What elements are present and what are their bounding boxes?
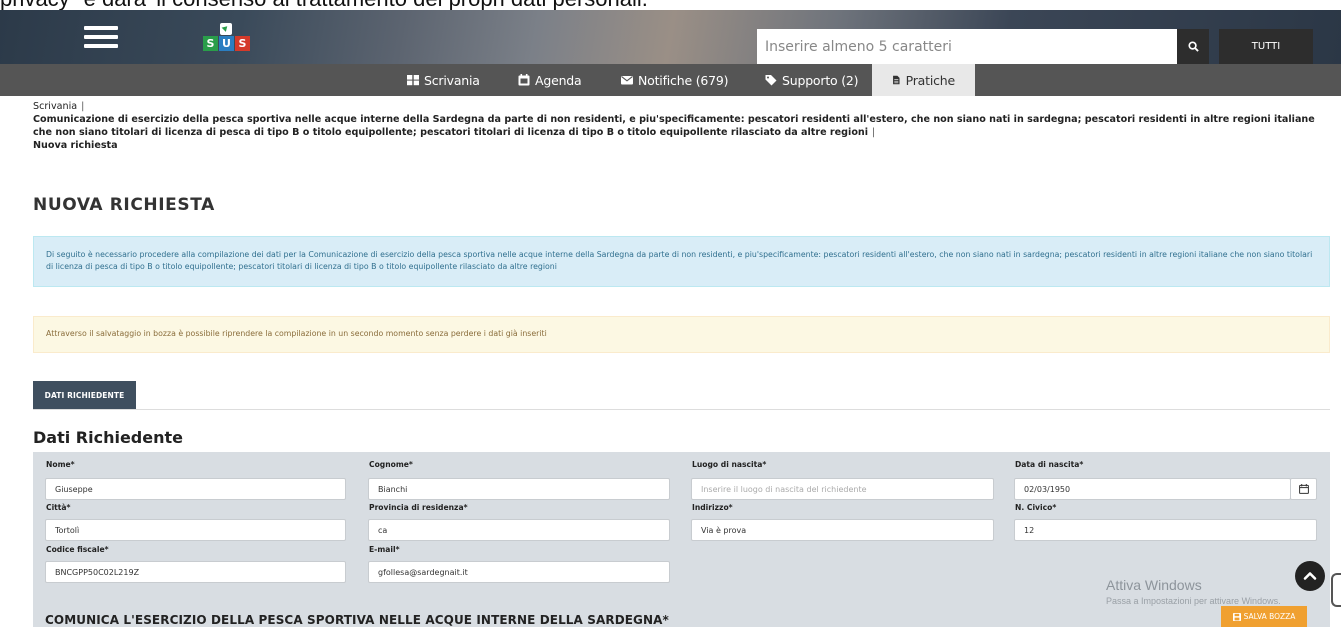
tab-dati-richiedente[interactable]: DATI RICHIEDENTE [33,381,136,409]
data-nascita-label: Data di nascita* [1015,460,1084,469]
breadcrumb: Scrivania | Comunicazione di esercizio de… [33,100,1323,152]
comunica-section-title: COMUNICA L'ESERCIZIO DELLA PESCA SPORTIV… [45,613,669,627]
info-alert: Di seguito è necessario procedere alla c… [33,236,1330,287]
indirizzo-field[interactable] [691,519,994,541]
nav-label: Supporto (2) [782,72,859,88]
codice-fiscale-field[interactable] [45,561,346,583]
site-header: S U S [0,10,1341,64]
breadcrumb-root-link[interactable]: Scrivania [33,101,77,112]
tag-icon [765,75,777,86]
salva-bozza-button[interactable]: SALVA BOZZA [1221,606,1307,627]
salva-bozza-label: SALVA BOZZA [1243,612,1296,621]
search-button[interactable] [1177,29,1209,64]
main-nav: Scrivania Agenda Notifiche (679) Support… [0,64,1341,96]
chevron-up-icon [1303,572,1317,580]
windows-watermark-title: Attiva Windows [1106,577,1202,593]
nav-item-notifiche[interactable]: Notifiche (679) [621,64,729,96]
hamburger-menu-icon[interactable] [84,26,118,48]
cognome-label: Cognome* [369,460,413,469]
envelope-icon [621,76,633,85]
page-top-caption: privacy" e dara' il consenso al trattame… [0,0,1341,10]
breadcrumb-current: Nuova richiesta [33,140,118,151]
provincia-field[interactable] [368,519,670,541]
document-icon [893,75,900,85]
luogo-nascita-field[interactable] [691,478,994,500]
data-nascita-field[interactable] [1014,478,1291,500]
datepicker-button[interactable] [1290,478,1317,500]
tutti-button[interactable]: TUTTI [1219,29,1313,64]
civico-field[interactable] [1014,519,1317,541]
nav-label: Notifiche (679) [638,72,729,88]
grid-icon [407,75,419,86]
sus-logo[interactable]: S U S [203,23,251,53]
tab-divider [33,409,1330,410]
cursor-arrow-icon [220,23,232,35]
civico-label: N. Civico* [1015,503,1057,512]
search-input[interactable] [757,29,1177,64]
citta-field[interactable] [45,519,346,541]
nav-item-scrivania[interactable]: Scrivania [407,64,480,96]
nav-item-supporto[interactable]: Supporto (2) [765,64,859,96]
search-icon [1187,41,1199,52]
save-icon [1232,612,1241,621]
warning-alert: Attraverso il salvataggio in bozza è pos… [33,316,1330,353]
luogo-nascita-label: Luogo di nascita* [692,460,767,469]
cognome-field[interactable] [368,478,670,500]
side-panel-handle[interactable] [1331,573,1341,607]
breadcrumb-separator: | [81,101,85,112]
breadcrumb-procedure-link[interactable]: Comunicazione di esercizio della pesca s… [33,114,1315,138]
provincia-label: Provincia di residenza* [369,503,468,512]
nome-field[interactable] [45,478,346,500]
windows-watermark-subtitle: Passa a Impostazioni per attivare Window… [1106,596,1281,606]
codice-fiscale-label: Codice fiscale* [46,545,109,554]
page-title: NUOVA RICHIESTA [33,195,215,215]
breadcrumb-separator: | [872,127,876,138]
citta-label: Città* [46,503,71,512]
indirizzo-label: Indirizzo* [692,503,733,512]
email-field[interactable] [368,561,670,583]
nav-label: Agenda [535,72,582,88]
scroll-to-top-button[interactable] [1295,561,1325,591]
email-label: E-mail* [369,545,400,554]
logo-letter-s2: S [235,36,250,51]
nav-label: Scrivania [424,72,480,88]
page-top-text: privacy" e dara' il consenso al trattame… [0,0,648,10]
nav-item-agenda[interactable]: Agenda [518,64,582,96]
logo-letter-u: U [219,36,234,51]
nav-label: Pratiche [905,72,956,88]
calendar-icon [518,74,530,86]
calendar-icon [1298,484,1309,494]
section-title: Dati Richiedente [33,428,183,447]
logo-letter-s1: S [203,36,218,51]
nome-label: Nome* [46,460,75,469]
nav-item-pratiche[interactable]: Pratiche [872,64,975,96]
